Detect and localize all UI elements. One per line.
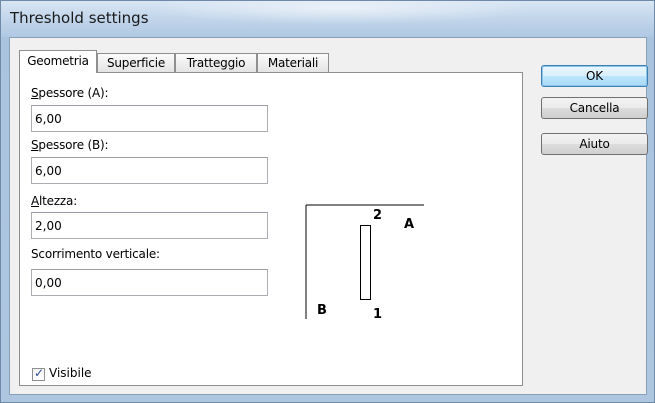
title-bar[interactable]: Threshold settings <box>1 1 654 37</box>
altezza-input[interactable] <box>31 212 268 239</box>
spessore-b-input[interactable] <box>31 157 268 184</box>
tab-materiali[interactable]: Materiali <box>257 53 329 72</box>
tab-geometria[interactable]: Geometria <box>19 50 97 73</box>
geometria-panel: Spessore (A): Spessore (B): Altezza: Sco… <box>19 72 523 386</box>
ok-button[interactable]: OK <box>541 65 648 87</box>
diagram-threshold-rect <box>360 225 371 300</box>
checkmark-icon: ✓ <box>34 366 45 380</box>
spessore-b-label: Spessore (B): <box>31 138 109 152</box>
visible-label: Visibile <box>49 366 92 380</box>
diagram-label-2: 2 <box>373 208 382 223</box>
diagram-label-b: B <box>317 303 327 318</box>
tab-tratteggio[interactable]: Tratteggio <box>175 53 257 72</box>
window-title: Threshold settings <box>10 9 149 27</box>
diagram-label-a: A <box>404 217 414 232</box>
cancel-button[interactable]: Cancella <box>541 97 648 119</box>
spessore-a-label: Spessore (A): <box>31 86 109 100</box>
altezza-label: Altezza: <box>31 194 78 208</box>
spessore-a-input[interactable] <box>31 105 268 132</box>
scorrimento-label: Scorrimento verticale: <box>31 247 160 261</box>
scorrimento-input[interactable] <box>31 269 268 296</box>
threshold-diagram: 2 A B 1 <box>305 204 424 322</box>
tab-superficie[interactable]: Superficie <box>97 53 175 72</box>
visible-checkbox[interactable]: ✓ <box>32 366 45 381</box>
dialog-window: Threshold settings Geometria Superficie … <box>0 0 655 403</box>
diagram-label-1: 1 <box>373 307 382 322</box>
dialog-client-area: Geometria Superficie Tratteggio Material… <box>9 37 648 395</box>
help-button[interactable]: Aiuto <box>541 133 648 155</box>
